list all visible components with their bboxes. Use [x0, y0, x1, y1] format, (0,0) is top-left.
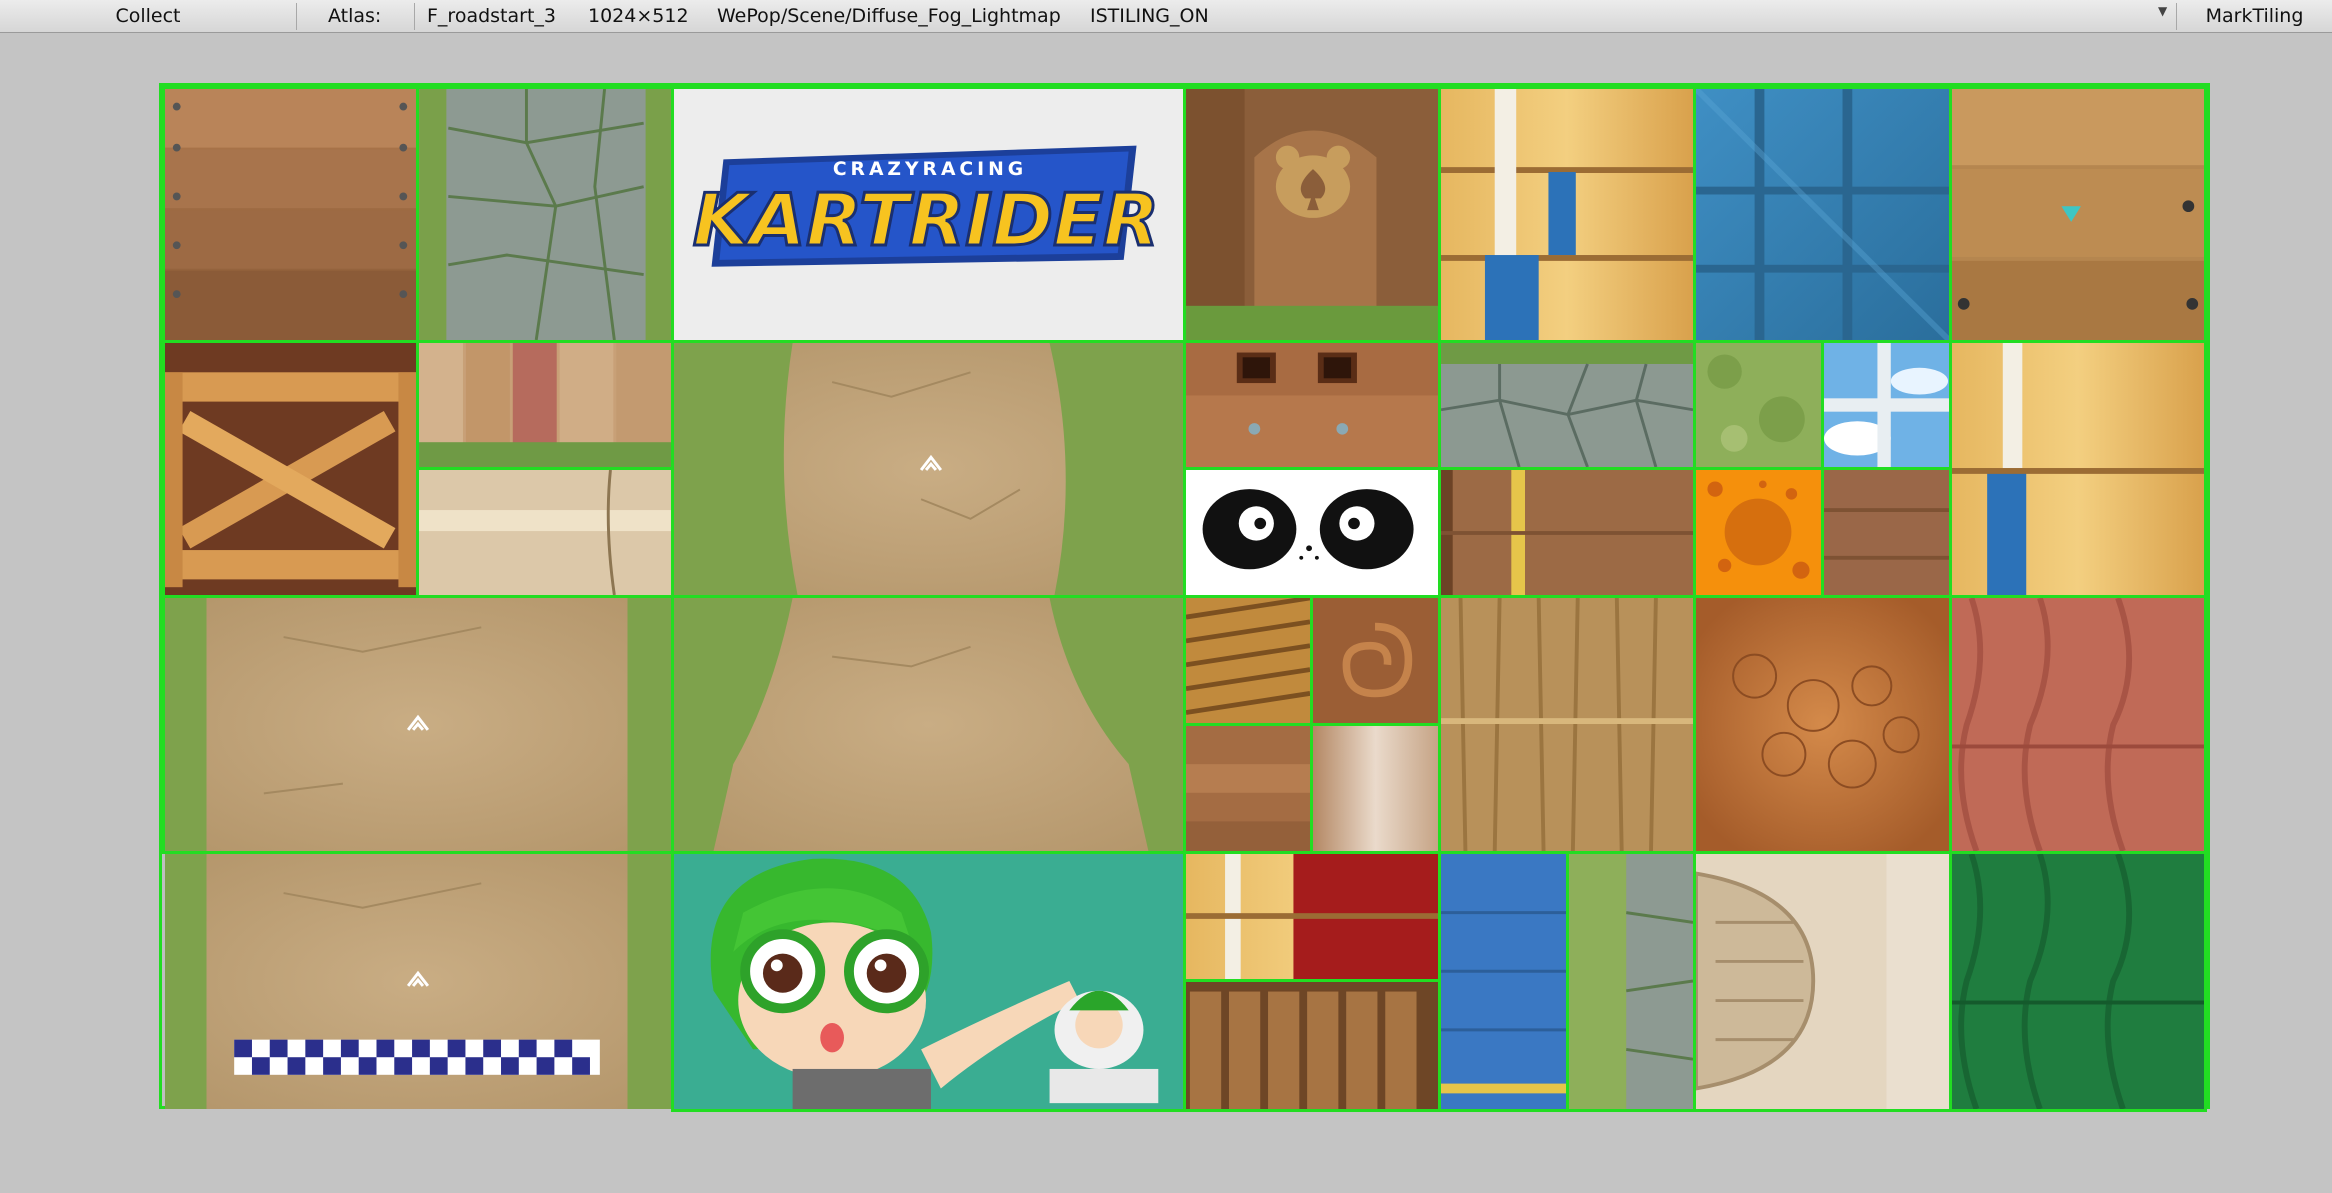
rope-coil-texture[interactable]	[1183, 595, 1313, 726]
red-wave-wood-texture[interactable]	[1949, 595, 2207, 854]
dropdown-arrow-icon[interactable]: ▼	[2158, 4, 2167, 18]
logo-main-text: KARTRIDER	[693, 180, 1160, 263]
start-line-texture[interactable]	[162, 851, 674, 1112]
blue-plank-texture[interactable]	[1438, 851, 1569, 1112]
sand-gradient-texture[interactable]	[1310, 723, 1441, 854]
stone-path-texture[interactable]	[416, 86, 674, 343]
toolbar: Collect Atlas: F_roadstart_3 1024×512 We…	[0, 0, 2332, 33]
crossed-fence-texture[interactable]	[162, 340, 419, 598]
arched-door-texture[interactable]	[1693, 851, 1952, 1112]
stone-wall-texture[interactable]	[1438, 340, 1696, 470]
atlas-preview: CRAZYRACING KARTRIDER	[159, 83, 2210, 1112]
toolbar-divider	[296, 3, 297, 30]
logo-top-text: CRAZYRACING	[833, 159, 1027, 180]
mark-tiling-button[interactable]: MarkTiling	[2177, 0, 2332, 32]
orange-cobble-texture[interactable]	[1693, 595, 1952, 854]
character-artwork-texture[interactable]	[671, 851, 1186, 1112]
atlas-label: Atlas:	[328, 5, 382, 27]
wall-stripe-texture[interactable]	[416, 340, 674, 470]
atlas-name: F_roadstart_3	[427, 5, 556, 27]
wood-crate-texture[interactable]	[1949, 86, 2207, 343]
log-red-texture[interactable]	[1183, 851, 1441, 982]
log-stack-texture[interactable]	[1438, 86, 1696, 343]
sky-window-texture[interactable]	[1821, 340, 1952, 470]
green-wave-wood-texture[interactable]	[1949, 851, 2207, 1112]
collect-button[interactable]: Collect	[0, 0, 296, 32]
kartrider-logo-texture[interactable]: CRAZYRACING KARTRIDER	[671, 86, 1186, 343]
tiling-status: ISTILING_ON	[1090, 5, 1209, 27]
atlas-size: 1024×512	[588, 5, 689, 27]
panda-face-texture[interactable]	[1183, 467, 1441, 598]
log-blue-band-texture[interactable]	[1949, 340, 2207, 598]
dirt-road-wide-texture[interactable]	[162, 595, 674, 854]
blue-panel-texture[interactable]	[1693, 86, 1952, 343]
dirt-road-texture[interactable]	[671, 340, 1186, 598]
swirl-wood-texture[interactable]	[1310, 595, 1441, 726]
wood-plank-texture[interactable]	[162, 86, 419, 343]
grass-texture[interactable]	[1693, 340, 1824, 470]
wood-windows-texture[interactable]	[1183, 340, 1441, 470]
toolbar-divider	[414, 3, 415, 30]
thatch-texture[interactable]	[1438, 595, 1696, 854]
stone-path-narrow-texture[interactable]	[1566, 851, 1696, 1112]
dirt-road-corner-texture[interactable]	[671, 595, 1186, 854]
orange-cheese-texture[interactable]	[1693, 467, 1824, 598]
sand-edge-texture[interactable]	[416, 467, 674, 598]
wood-gold-stripe-texture[interactable]	[1438, 467, 1696, 598]
plank-strip-texture[interactable]	[1183, 723, 1313, 854]
bear-emblem-texture[interactable]	[1183, 86, 1441, 343]
brown-wood-texture[interactable]	[1821, 467, 1952, 598]
picket-fence-texture[interactable]	[1183, 979, 1441, 1112]
shader-name: WePop/Scene/Diffuse_Fog_Lightmap	[717, 5, 1061, 27]
